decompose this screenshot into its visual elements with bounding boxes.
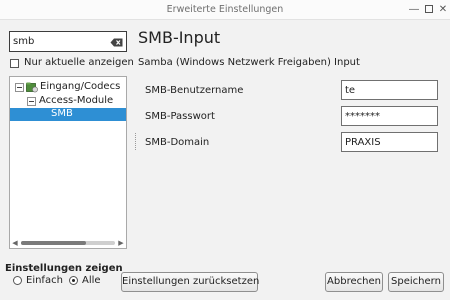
window-title: Erweiterte Einstellungen — [166, 4, 284, 15]
smb-username-field[interactable]: te — [341, 80, 438, 100]
collapse-icon[interactable] — [15, 83, 24, 92]
minimize-icon[interactable]: ― — [408, 3, 420, 16]
scroll-thumb[interactable] — [21, 241, 86, 245]
search-input[interactable]: smb — [9, 31, 127, 52]
settings-tree[interactable]: Eingang/Codecs Access-Module SMB ◀ ▶ — [9, 76, 127, 249]
only-current-checkbox[interactable] — [10, 59, 19, 68]
tree-item-eingang-codecs[interactable]: Eingang/Codecs — [10, 81, 126, 94]
title-bar: Erweiterte Einstellungen ― ✕ — [0, 0, 450, 20]
row-grip — [135, 133, 137, 150]
reset-settings-button[interactable]: Einstellungen zurücksetzen — [121, 272, 259, 292]
search-value: smb — [13, 36, 35, 47]
smb-domain-field[interactable]: PRAXIS — [341, 132, 438, 152]
tree-item-label: Access-Module — [39, 95, 114, 106]
maximize-icon[interactable] — [423, 3, 435, 16]
tree-horizontal-scrollbar[interactable]: ◀ ▶ — [11, 239, 125, 247]
smb-username-label: SMB-Benutzername — [145, 85, 244, 96]
mode-all-label: Alle — [82, 275, 101, 286]
mode-simple-label: Einfach — [26, 275, 63, 286]
tree-item-label: SMB — [51, 108, 73, 119]
codec-folder-icon — [26, 82, 38, 93]
smb-domain-label: SMB-Domain — [145, 137, 210, 148]
mode-simple-radio[interactable] — [13, 276, 22, 285]
smb-password-field[interactable]: ******* — [341, 106, 438, 126]
mode-all-radio[interactable] — [69, 276, 78, 285]
scroll-right-icon[interactable]: ▶ — [117, 239, 125, 247]
show-settings-label: Einstellungen zeigen — [5, 263, 123, 274]
preferences-window: Erweiterte Einstellungen ― ✕ smb Nur akt… — [0, 0, 450, 300]
tree-item-label: Eingang/Codecs — [40, 81, 121, 92]
smb-username-value: te — [345, 85, 356, 96]
smb-domain-value: PRAXIS — [345, 137, 381, 148]
save-button[interactable]: Speichern — [388, 272, 444, 292]
cancel-button[interactable]: Abbrechen — [325, 272, 383, 292]
clear-search-icon[interactable] — [110, 38, 123, 47]
only-current-label: Nur aktuelle anzeigen — [24, 57, 134, 68]
page-title: SMB-Input — [138, 28, 221, 47]
tree-item-access-module[interactable]: Access-Module — [10, 95, 126, 108]
close-icon[interactable]: ✕ — [437, 3, 449, 16]
scroll-left-icon[interactable]: ◀ — [11, 239, 19, 247]
smb-password-label: SMB-Passwort — [145, 111, 215, 122]
tree-item-smb[interactable]: SMB — [10, 108, 126, 121]
smb-password-value: ******* — [345, 111, 380, 122]
page-description: Samba (Windows Netzwerk Freigaben) Input — [138, 57, 360, 68]
collapse-icon[interactable] — [27, 97, 36, 106]
